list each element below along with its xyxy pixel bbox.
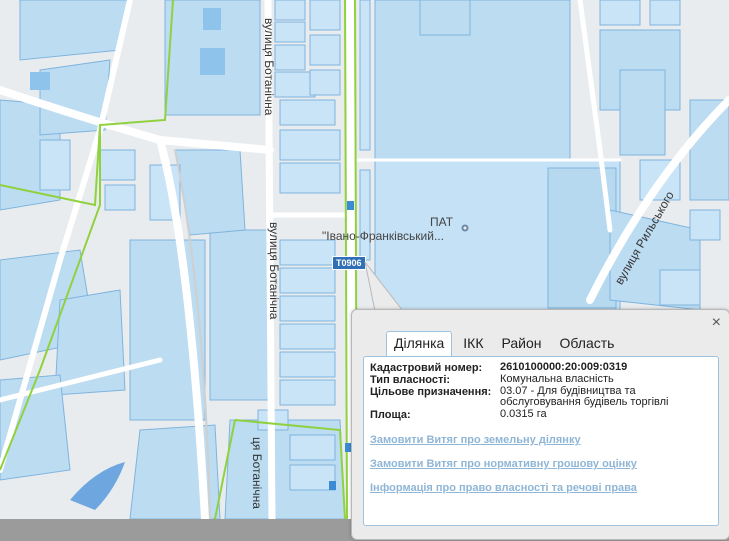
building bbox=[279, 129, 341, 161]
building bbox=[309, 34, 341, 66]
building bbox=[99, 149, 136, 181]
order-extract-valuation-link[interactable]: Замовити Витяг про нормативну грошову оц… bbox=[370, 458, 637, 470]
building bbox=[274, 44, 306, 71]
building bbox=[309, 69, 341, 96]
field-label: Цільове призначення: bbox=[370, 386, 492, 398]
parcel bbox=[419, 0, 471, 36]
building bbox=[309, 0, 341, 31]
road-shield: T0906 bbox=[332, 256, 366, 270]
parcel-details-panel: Кадастровий номер: 2610100000:20:009:031… bbox=[363, 356, 719, 526]
field-value: 03.07 - Для будівництва та обслуговуванн… bbox=[500, 385, 669, 408]
field-value: 0.0315 га bbox=[500, 408, 547, 420]
parcel-info-popup: × Ділянка ІКК Район Область Кадастровий … bbox=[351, 309, 729, 540]
tab-region[interactable]: Область bbox=[553, 332, 622, 356]
building bbox=[289, 464, 336, 491]
building bbox=[274, 0, 306, 21]
parcel bbox=[619, 69, 666, 156]
street-label-botanichna: вулиця Ботанічна bbox=[267, 222, 281, 320]
parcel bbox=[19, 0, 131, 61]
street-label-botanichna: ця Ботанічна bbox=[250, 437, 264, 509]
building bbox=[279, 295, 336, 322]
building bbox=[659, 269, 701, 306]
bus-stop-icon bbox=[329, 481, 336, 490]
field-label: Тип власності: bbox=[370, 374, 451, 386]
poi-label-line2: "Івано-Франківський... bbox=[322, 229, 444, 243]
poi-label-line1: ПАТ bbox=[430, 215, 454, 229]
field-label: Площа: bbox=[370, 409, 411, 421]
parcel bbox=[209, 229, 271, 401]
bus-stop-icon bbox=[347, 201, 354, 210]
popup-tabs: Ділянка ІКК Район Область bbox=[386, 330, 625, 357]
building bbox=[274, 71, 316, 98]
building bbox=[649, 0, 681, 26]
tab-parcel[interactable]: Ділянка bbox=[386, 331, 453, 357]
parcel bbox=[374, 0, 571, 161]
building bbox=[30, 72, 50, 90]
tab-district[interactable]: Район bbox=[495, 332, 549, 356]
close-icon[interactable]: × bbox=[712, 315, 721, 331]
building bbox=[279, 323, 336, 350]
street-label-botanichna: вулиця Ботанічна bbox=[262, 18, 276, 116]
building bbox=[279, 267, 336, 294]
building bbox=[39, 139, 71, 191]
building bbox=[289, 434, 336, 461]
building bbox=[279, 379, 336, 406]
building bbox=[279, 351, 336, 378]
field-label: Кадастровий номер: bbox=[370, 362, 483, 374]
tab-ikk[interactable]: ІКК bbox=[456, 332, 490, 356]
building bbox=[104, 184, 136, 211]
building bbox=[359, 169, 371, 261]
building bbox=[279, 239, 336, 266]
field-value: Комунальна власність bbox=[500, 373, 614, 385]
order-extract-parcel-link[interactable]: Замовити Витяг про земельну ділянку bbox=[370, 434, 581, 446]
ownership-info-link[interactable]: Інформація про право власності та речові… bbox=[370, 482, 637, 494]
building bbox=[274, 21, 306, 43]
building bbox=[279, 99, 336, 126]
building bbox=[279, 162, 341, 194]
building bbox=[599, 0, 641, 26]
field-value: 2610100000:20:009:0319 bbox=[500, 361, 628, 373]
building bbox=[200, 48, 225, 75]
building bbox=[689, 209, 721, 241]
building bbox=[359, 0, 371, 151]
building bbox=[203, 8, 221, 30]
